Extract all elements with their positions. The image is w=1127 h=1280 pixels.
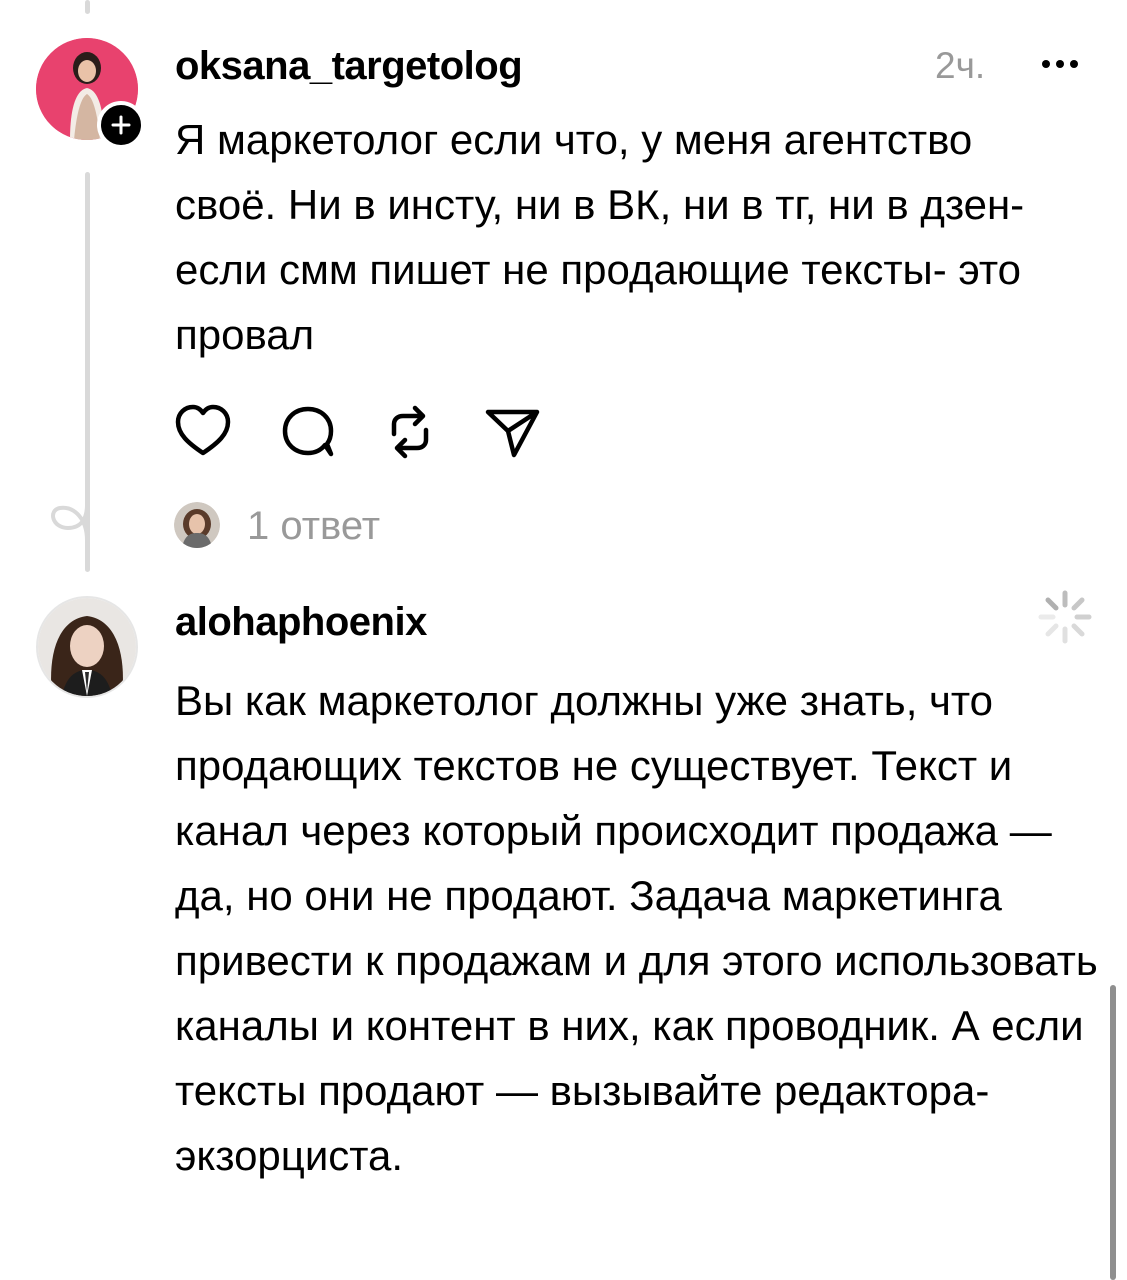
thread-reply-curve xyxy=(51,503,89,542)
comment-text: Вы как маркетолог должны уже знать, что … xyxy=(175,677,1098,1179)
comment-username[interactable]: alohaphoenix xyxy=(175,602,427,642)
heart-icon[interactable] xyxy=(174,403,232,459)
comment-timestamp: 2ч. xyxy=(935,45,986,86)
repost-icon[interactable] xyxy=(384,400,436,464)
follow-button[interactable] xyxy=(97,101,145,149)
comment-text: Я маркетолог если что, у меня агентство … xyxy=(175,116,1025,358)
avatar[interactable] xyxy=(36,596,138,698)
comment-icon[interactable] xyxy=(280,405,336,459)
loading-spinner-icon xyxy=(1038,590,1092,644)
share-icon[interactable] xyxy=(484,404,542,460)
scrollbar[interactable] xyxy=(1110,985,1116,1280)
thread-line-top xyxy=(85,0,90,14)
comment-username[interactable]: oksana_targetolog xyxy=(175,46,523,86)
reply-avatar[interactable] xyxy=(174,502,220,548)
plus-icon xyxy=(111,115,131,135)
more-options-button[interactable] xyxy=(1042,60,1078,68)
more-dot xyxy=(1056,60,1064,68)
more-dot xyxy=(1042,60,1050,68)
more-dot xyxy=(1070,60,1078,68)
view-replies-link[interactable]: 1 ответ xyxy=(247,506,380,546)
